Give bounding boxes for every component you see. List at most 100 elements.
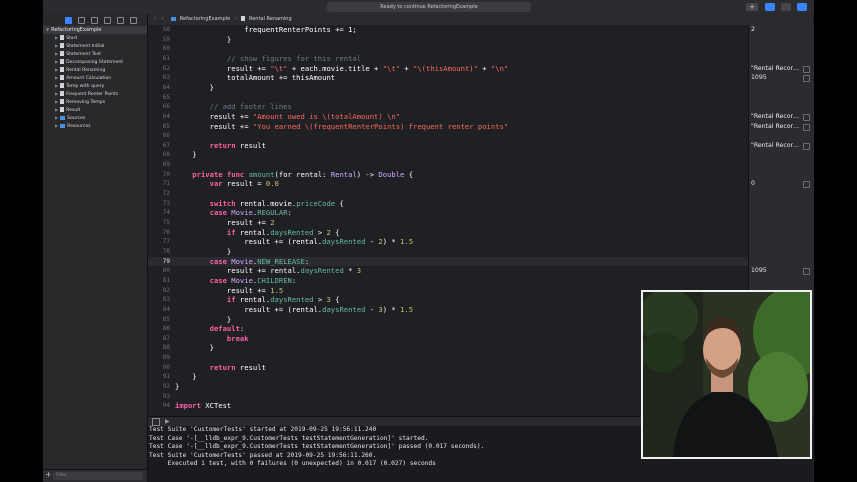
disclosure-icon[interactable]: ▶	[55, 83, 58, 88]
test-icon[interactable]	[130, 16, 137, 24]
code-token: }	[175, 82, 214, 92]
line-number: 58	[162, 26, 170, 33]
code-line[interactable]: 75 result += 2	[148, 218, 748, 228]
line-number: 71	[162, 180, 170, 188]
code-line[interactable]: 66 // add footer lines	[148, 102, 748, 112]
code-line[interactable]: 65	[148, 93, 748, 103]
disclosure-icon[interactable]: ▶	[55, 99, 58, 104]
code-line[interactable]: 64 result += "Amount owed is \(totalAmou…	[148, 112, 748, 122]
editor-standard-button[interactable]	[765, 3, 775, 11]
code-text: totalAmount += thisAmount	[175, 73, 335, 83]
code-line[interactable]: 58 frequentRenterPoints += 1;	[148, 25, 748, 35]
warning-icon[interactable]	[117, 16, 124, 24]
disclosure-icon[interactable]: ▶	[55, 115, 58, 120]
line-number: 60	[162, 45, 170, 53]
breadcrumb-page[interactable]: Rental Renaming	[249, 16, 292, 22]
disclosure-icon[interactable]: ▶	[55, 123, 58, 128]
code-line[interactable]: 64 }	[148, 83, 748, 93]
disclosure-icon[interactable]: ▶	[55, 59, 58, 64]
sidebar-item[interactable]: ▶ Decomposing Statement	[43, 58, 147, 66]
quick-look-icon[interactable]	[803, 123, 810, 131]
inspector-toggle-button[interactable]	[797, 3, 807, 11]
code-line[interactable]: 68 }	[148, 150, 748, 160]
code-line[interactable]: 78 }	[148, 247, 748, 257]
folder-icon[interactable]	[65, 16, 72, 24]
result-value[interactable]: 1095	[751, 73, 812, 83]
code-line[interactable]: 73 switch rental.movie.priceCode {	[148, 199, 748, 209]
add-icon[interactable]: +	[45, 470, 52, 479]
line-number: 81	[162, 276, 170, 284]
code-text: }	[175, 382, 179, 392]
code-line[interactable]: 69	[148, 160, 748, 170]
code-line[interactable]: 70 private func amount(for rental: Renta…	[148, 170, 748, 180]
code-line[interactable]: 65 result += "You earned \(frequentRente…	[148, 122, 748, 132]
navigator-toggle-button[interactable]	[781, 3, 791, 11]
disclosure-icon[interactable]: ▶	[55, 51, 58, 56]
line-number: 65	[162, 93, 170, 101]
code-line[interactable]: 81 case Movie.CHILDREN:	[148, 276, 748, 286]
disclosure-icon[interactable]: ▶	[55, 43, 58, 48]
symbol-icon[interactable]	[91, 16, 98, 24]
result-text: "Rental Record for martin"	[751, 122, 801, 130]
disclosure-icon[interactable]: ▶	[55, 75, 58, 80]
tree-root-playground[interactable]: ▼ RefactoringExample	[43, 26, 147, 34]
sidebar-item[interactable]: ▶ Amount Calculation	[43, 74, 147, 82]
sidebar-item[interactable]: ▶ Statement Text	[43, 50, 147, 58]
result-value[interactable]: "Rental Record for martin"	[751, 141, 812, 151]
search-icon[interactable]	[104, 16, 111, 24]
disclosure-icon[interactable]: ▶	[55, 107, 58, 112]
code-token: result +=	[175, 285, 271, 295]
result-value[interactable]: 2	[751, 25, 812, 35]
quick-look-icon[interactable]	[803, 113, 810, 121]
code-token: Double	[378, 169, 405, 179]
sidebar-item[interactable]: ▶ Result	[43, 106, 147, 114]
result-value[interactable]: "Rental Record for martin"	[751, 122, 812, 132]
result-value[interactable]: 0	[751, 179, 812, 189]
code-token: :	[291, 275, 297, 285]
quick-look-icon[interactable]	[803, 268, 810, 276]
disclosure-icon[interactable]: ▶	[55, 91, 58, 96]
forward-chevron-icon[interactable]: ›	[162, 16, 164, 22]
result-value[interactable]: "Rental Record for martin\n\tRan 3.5\n"	[751, 64, 812, 74]
sidebar-item[interactable]: ▶ Statement Initial	[43, 42, 147, 50]
quick-look-icon[interactable]	[803, 75, 810, 83]
quick-look-icon[interactable]	[803, 142, 810, 150]
sidebar-item[interactable]: ▶ Frequent Renter Points	[43, 90, 147, 98]
disclosure-icon[interactable]: ▶	[55, 67, 58, 72]
code-line[interactable]: 59 }	[148, 35, 748, 45]
code-line[interactable]: 77 result += (rental.daysRented - 2) * 1…	[148, 237, 748, 247]
code-token: daysRented	[270, 295, 314, 305]
result-value[interactable]: 1095	[751, 266, 812, 276]
code-line[interactable]: 76 if rental.daysRented > 2 {	[148, 228, 748, 238]
run-icon[interactable]: ▶	[165, 418, 170, 425]
code-line[interactable]: 72	[148, 189, 748, 199]
quick-look-icon[interactable]	[803, 65, 810, 73]
back-chevron-icon[interactable]: ‹	[154, 16, 156, 22]
library-button[interactable]: +	[746, 3, 758, 11]
code-text: }	[175, 343, 214, 353]
breadcrumb-project[interactable]: RefactoringExample	[180, 16, 230, 22]
code-line[interactable]: 67 return result	[148, 141, 748, 151]
code-line[interactable]: 62 result += "\t" + each.movie.title + "…	[148, 64, 748, 74]
code-line[interactable]: 66	[148, 131, 748, 141]
hide-debug-icon[interactable]	[152, 418, 160, 426]
sidebar-item[interactable]: ▶ Resources	[43, 122, 147, 130]
source-control-icon[interactable]	[78, 16, 85, 24]
sidebar-item[interactable]: ▶ Temp with query	[43, 82, 147, 90]
code-line[interactable]: 71 var result = 0.0	[148, 179, 748, 189]
code-line[interactable]: 79 case Movie.NEW_RELEASE:	[148, 256, 748, 267]
code-token: rental.movie.	[235, 198, 297, 208]
sidebar-item[interactable]: ▶ Sources	[43, 114, 147, 122]
result-value[interactable]: "Rental Record for martin"	[751, 112, 812, 122]
quick-look-icon[interactable]	[803, 181, 810, 189]
sidebar-item[interactable]: ▶ Removing Temps	[43, 98, 147, 106]
code-line[interactable]: 80 result += rental.daysRented * 3	[148, 266, 748, 276]
sidebar-item[interactable]: ▶ Rental Renaming	[43, 66, 147, 74]
code-line[interactable]: 63 totalAmount += thisAmount	[148, 73, 748, 83]
sidebar-item[interactable]: ▶ Start	[43, 34, 147, 42]
code-line[interactable]: 74 case Movie.REGULAR:	[148, 208, 748, 218]
code-line[interactable]: 60	[148, 44, 748, 54]
code-line[interactable]: 61 // show figures for this rental	[148, 54, 748, 64]
disclosure-icon[interactable]: ▶	[55, 35, 58, 40]
filter-input[interactable]: Filter	[53, 472, 143, 480]
